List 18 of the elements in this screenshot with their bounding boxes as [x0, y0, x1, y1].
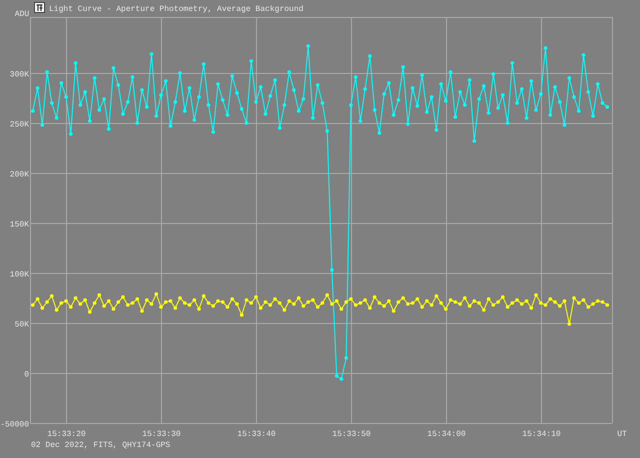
- axis-unit-label: UT: [617, 430, 627, 439]
- y-axis-label: 300K: [10, 70, 29, 80]
- y-axis-label: 250K: [10, 120, 29, 130]
- x-axis-label: 15:33:30: [142, 430, 181, 439]
- x-axis-label: 15:33:20: [47, 430, 86, 439]
- y-axis-label: 100K: [10, 270, 29, 280]
- y-axis-label: 0: [24, 370, 29, 380]
- axis-unit-label: ADU: [14, 10, 30, 19]
- footer-text: 02 Dec 2022, FITS, QHY174-GPS: [31, 441, 170, 450]
- y-axis-label: 200K: [10, 170, 29, 180]
- x-axis-label: 15:33:50: [332, 430, 371, 439]
- window-title: Light Curve - Aperture Photometry, Average Background: [49, 5, 304, 14]
- x-axis-label: 15:34:10: [522, 430, 561, 439]
- y-axis-label: -50000: [0, 420, 29, 430]
- y-axis-label: 150K: [10, 220, 29, 230]
- x-axis-label: 15:34:00: [427, 430, 466, 439]
- x-axis-label: 15:33:40: [237, 430, 276, 439]
- y-axis-label: 50K: [14, 320, 29, 330]
